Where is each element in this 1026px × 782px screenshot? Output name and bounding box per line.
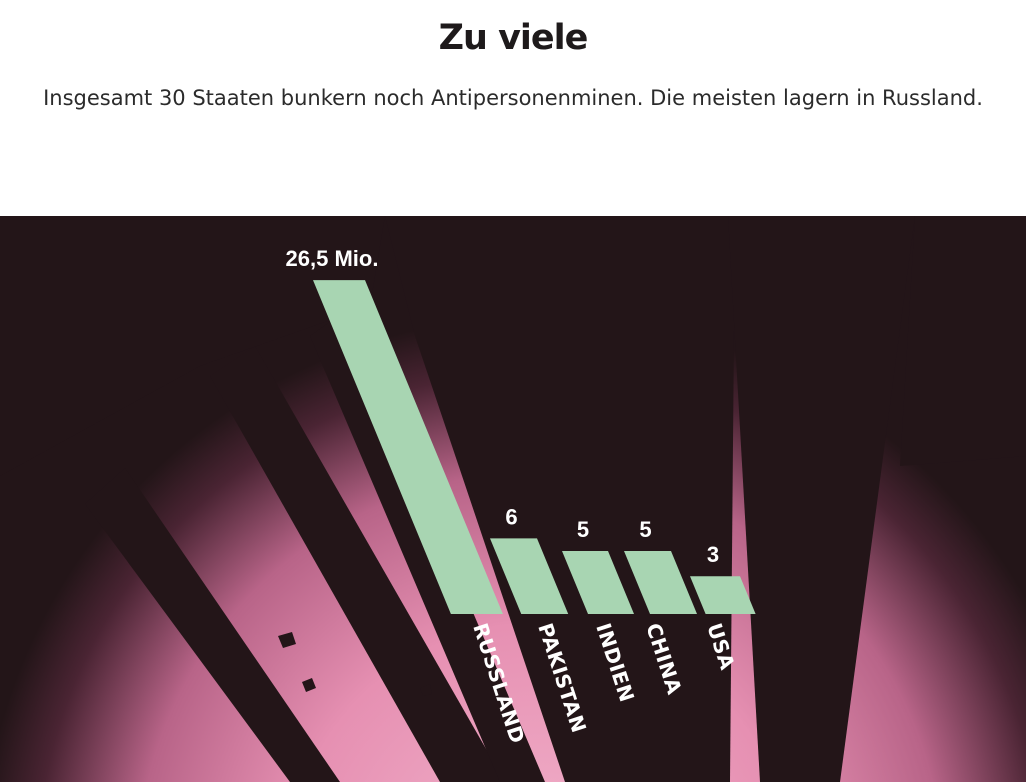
ray-top-right: [900, 216, 1026, 466]
value-label-russland: 26,5 Mio.: [286, 246, 379, 271]
header: Zu viele Insgesamt 30 Staaten bunkern no…: [0, 0, 1026, 216]
chart-area: 26,5 Mio. 6 5 5 3 RUSSLAND PAKISTAN INDIEN CHIN…: [0, 216, 1026, 782]
bar-chart: 26,5 Mio.65 53 RUSSLAND PAKISTAN INDIEN CHIN…: [0, 216, 1026, 782]
value-label-usa: 3: [707, 542, 719, 567]
chart-subtitle: Insgesamt 30 Staaten bunkern noch Antipe…: [43, 86, 983, 110]
value-label-indien: 5: [577, 517, 589, 542]
chart-title: Zu viele: [438, 18, 589, 58]
value-label-china: 5: [639, 517, 651, 542]
value-label-pakistan: 6: [505, 504, 517, 529]
